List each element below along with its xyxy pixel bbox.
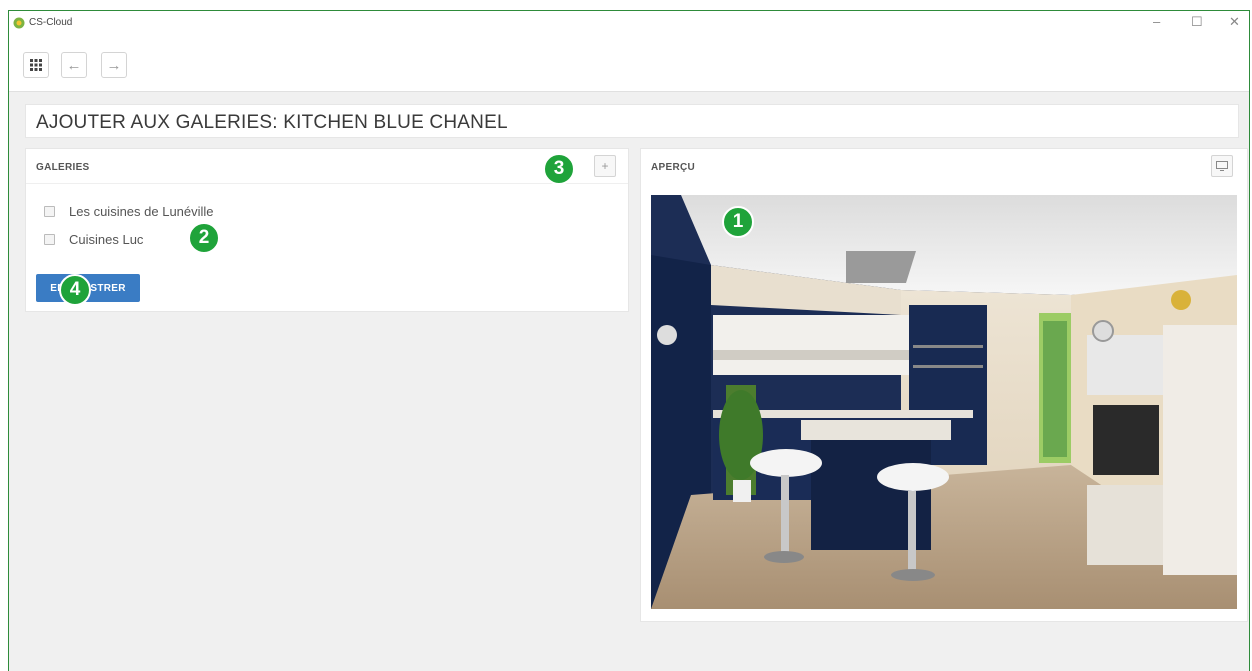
apps-grid-button[interactable] — [23, 52, 49, 78]
galleries-panel: GALERIES + Les cuisines de Lunéville Cui… — [25, 148, 629, 312]
divider — [26, 183, 628, 184]
gallery-label: Les cuisines de Lunéville — [69, 203, 214, 219]
close-button[interactable]: ✕ — [1229, 15, 1240, 29]
gallery-checkbox[interactable] — [44, 233, 55, 245]
maximize-button[interactable]: ☐ — [1191, 15, 1203, 29]
grid-icon — [30, 59, 42, 71]
main-content: AJOUTER AUX GALERIES: KITCHEN BLUE CHANE… — [9, 91, 1249, 671]
gallery-item[interactable]: Les cuisines de Lunéville — [44, 203, 214, 219]
fullscreen-button[interactable] — [1211, 155, 1233, 177]
plus-icon: + — [601, 159, 609, 173]
page-title: AJOUTER AUX GALERIES: KITCHEN BLUE CHANE… — [36, 112, 508, 133]
callout-badge-1: 1 — [722, 206, 754, 238]
callout-badge-2: 2 — [188, 222, 220, 254]
title-bar: CS-Cloud – ☐ ✕ — [9, 11, 1249, 39]
gallery-checkbox[interactable] — [44, 205, 55, 217]
window-title: CS-Cloud — [29, 17, 73, 28]
app-window: CS-Cloud – ☐ ✕ ← → AJOUTER AUX GALERIES:… — [8, 10, 1250, 671]
monitor-icon — [1216, 161, 1228, 171]
arrow-left-icon: ← — [66, 56, 82, 74]
cs-cloud-logo-icon — [13, 17, 25, 29]
callout-badge-4: 4 — [59, 274, 91, 306]
back-button[interactable]: ← — [61, 52, 87, 78]
galleries-panel-title: GALERIES — [36, 162, 90, 173]
add-gallery-button[interactable]: + — [594, 155, 616, 177]
preview-panel-title: APERÇU — [651, 162, 696, 173]
kitchen-preview-image — [651, 195, 1237, 609]
gallery-item[interactable]: Cuisines Luc — [44, 231, 143, 247]
page-header: AJOUTER AUX GALERIES: KITCHEN BLUE CHANE… — [25, 104, 1239, 138]
arrow-right-icon: → — [106, 56, 122, 74]
forward-button[interactable]: → — [101, 52, 127, 78]
gallery-label: Cuisines Luc — [69, 231, 144, 247]
callout-badge-3: 3 — [543, 153, 575, 185]
minimize-button[interactable]: – — [1153, 15, 1160, 29]
toolbar: ← → — [9, 39, 1249, 91]
